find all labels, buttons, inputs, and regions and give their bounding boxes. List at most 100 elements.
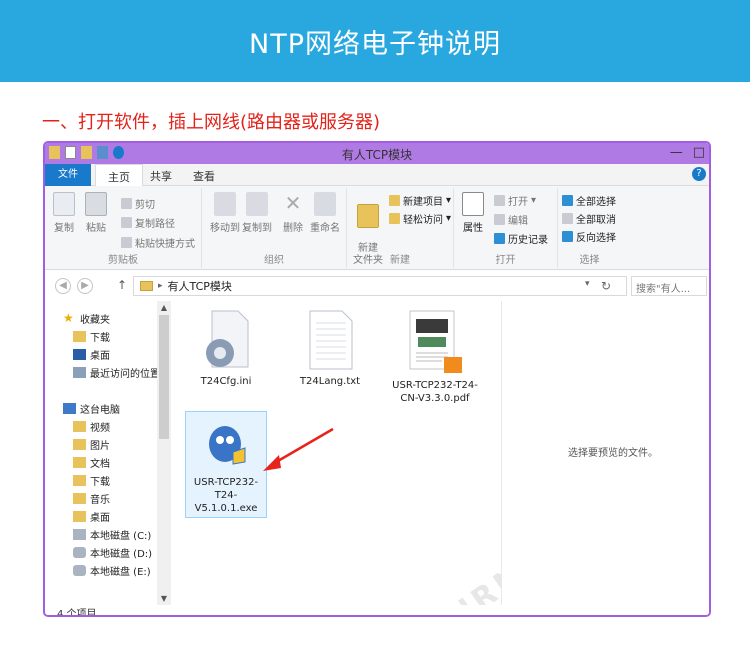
navigation-pane: ★ 收藏夹 下载 桌面 最近访问的位置 这台电脑 视频 图片 文档 下载 音乐 桌… (45, 301, 171, 605)
status-bar: 4 个项目 (45, 605, 709, 615)
paste-icon (85, 192, 107, 216)
scissors-icon (121, 198, 132, 209)
paste-button[interactable]: 粘贴 (85, 192, 107, 234)
drive-icon (73, 565, 86, 576)
select-all-icon (562, 195, 573, 206)
banner-title: NTP网络电子钟说明 (249, 28, 501, 60)
scroll-thumb[interactable] (159, 315, 169, 439)
edit-button[interactable]: 编辑 (494, 212, 528, 227)
new-folder-icon (357, 204, 379, 228)
maximize-button[interactable]: □ (693, 145, 705, 160)
music-folder-icon (73, 493, 86, 504)
move-icon (214, 192, 236, 216)
drive-icon (73, 547, 86, 558)
nav-favorites[interactable]: ★ 收藏夹 (63, 311, 110, 326)
download-folder-icon (73, 475, 86, 486)
open-group-label: 打开 (495, 255, 516, 266)
file-item[interactable]: T24Lang.txt (289, 309, 371, 388)
select-all-button[interactable]: 全部选择 (562, 193, 616, 208)
tab-view[interactable]: 查看 (181, 164, 227, 186)
folder-icon (140, 281, 153, 291)
edit-icon (494, 214, 505, 225)
open-button[interactable]: 打开 ▾ (494, 193, 536, 208)
copy-to-button[interactable]: 复制到 (242, 192, 272, 234)
easy-access-button[interactable]: 轻松访问 ▾ (389, 211, 451, 226)
preview-message: 选择要预览的文件。 (568, 448, 658, 459)
open-group: 属性 打开 ▾ 编辑 历史记录 打开 (454, 188, 558, 268)
invert-selection-button[interactable]: 反向选择 (562, 229, 616, 244)
refresh-button[interactable]: ↻ (601, 279, 611, 293)
history-button[interactable]: 历史记录 (494, 231, 548, 246)
new-item-icon (389, 195, 400, 206)
videos-folder-icon (73, 421, 86, 432)
path-icon (121, 217, 132, 228)
copy-path-button[interactable]: 复制路径 (121, 215, 175, 230)
pdf-file-icon (409, 310, 462, 373)
annotation-arrow (263, 427, 334, 471)
nav-downloads-pc[interactable]: 下载 (73, 473, 110, 488)
up-button[interactable]: ↑ (117, 278, 127, 292)
select-group-label: 选择 (579, 255, 600, 266)
paste-shortcut-button[interactable]: 粘贴快捷方式 (121, 235, 195, 250)
rename-button[interactable]: 重命名 (310, 192, 340, 234)
desktop-folder-icon (73, 511, 86, 522)
copy-to-icon (246, 192, 268, 216)
file-item[interactable]: T24Cfg.ini (185, 309, 267, 388)
nav-this-pc[interactable]: 这台电脑 (63, 401, 120, 416)
select-none-button[interactable]: 全部取消 (562, 211, 616, 226)
invert-selection-icon (562, 231, 573, 242)
copy-button[interactable]: 复制 (53, 192, 75, 234)
config-file-icon (206, 310, 249, 368)
window-controls: — □ (670, 145, 705, 160)
address-dropdown-button[interactable]: ▾ (585, 279, 590, 289)
nav-videos[interactable]: 视频 (73, 419, 110, 434)
nav-scrollbar[interactable]: ▲ ▼ (157, 301, 171, 605)
back-button[interactable]: ◀ (55, 278, 71, 294)
properties-icon (462, 192, 484, 216)
nav-desktop-pc[interactable]: 桌面 (73, 509, 110, 524)
select-group: 全部选择 全部取消 反向选择 选择 (558, 188, 621, 268)
nav-documents[interactable]: 文档 (73, 455, 110, 470)
recent-places-icon (73, 367, 86, 378)
banner: NTP网络电子钟说明 (0, 0, 750, 82)
scroll-up-icon[interactable]: ▲ (157, 303, 171, 312)
nav-downloads[interactable]: 下载 (73, 329, 110, 344)
help-icon[interactable]: ? (692, 167, 706, 181)
tab-home[interactable]: 主页 (95, 164, 143, 186)
nav-desktop[interactable]: 桌面 (73, 347, 110, 362)
new-group: 新建 文件夹 新建项目 ▾ 轻松访问 ▾ 新建 (347, 188, 454, 268)
organize-group: 移动到 复制到 ✕ 删除 重命名 组织 (202, 188, 347, 268)
cut-button[interactable]: 剪切 (121, 196, 155, 211)
nav-pictures[interactable]: 图片 (73, 437, 110, 452)
tab-file[interactable]: 文件 (45, 164, 91, 186)
properties-button[interactable]: 属性 (462, 192, 484, 234)
documents-folder-icon (73, 457, 86, 468)
scroll-down-icon[interactable]: ▼ (157, 594, 171, 603)
window-title: 有人TCP模块 (341, 148, 413, 162)
step-heading: 一、打开软件，插上网线(路由器或服务器) (42, 112, 381, 133)
search-input[interactable]: 搜索"有人... (631, 276, 707, 296)
file-item-selected[interactable]: USR-TCP232-T24-V5.1.0.1.exe (185, 411, 267, 518)
delete-button[interactable]: ✕ 删除 (282, 192, 304, 234)
select-none-icon (562, 213, 573, 224)
forward-button[interactable]: ▶ (77, 278, 93, 294)
minimize-button[interactable]: — (670, 145, 683, 160)
tab-share[interactable]: 共享 (138, 164, 184, 186)
nav-disk-e[interactable]: 本地磁盘 (E:) (73, 563, 151, 578)
file-list: T24Cfg.ini T24Lang.txt USR-TCP232-T24-CN… (171, 301, 501, 605)
address-bar[interactable]: ▸ 有人TCP模块 (133, 276, 627, 296)
preview-pane: 选择要预览的文件。 (501, 301, 709, 605)
nav-disk-d[interactable]: 本地磁盘 (D:) (73, 545, 152, 560)
text-file-icon (309, 310, 353, 370)
nav-recent[interactable]: 最近访问的位置 (73, 365, 160, 380)
move-to-button[interactable]: 移动到 (210, 192, 240, 234)
ribbon-tabs: 文件 主页 共享 查看 ? (45, 164, 709, 186)
file-item[interactable]: USR-TCP232-T24-CN-V3.3.0.pdf (389, 309, 481, 405)
address-bar-row: ◀ ▶ ↑ ▸ 有人TCP模块 ▾ ↻ 搜索"有人... (45, 271, 709, 301)
nav-music[interactable]: 音乐 (73, 491, 110, 506)
new-item-button[interactable]: 新建项目 ▾ (389, 193, 451, 208)
breadcrumb-current[interactable]: 有人TCP模块 (168, 278, 232, 294)
windows-drive-icon (73, 529, 86, 540)
nav-disk-c[interactable]: 本地磁盘 (C:) (73, 527, 151, 542)
title-bar: 有人TCP模块 — □ (45, 143, 709, 164)
